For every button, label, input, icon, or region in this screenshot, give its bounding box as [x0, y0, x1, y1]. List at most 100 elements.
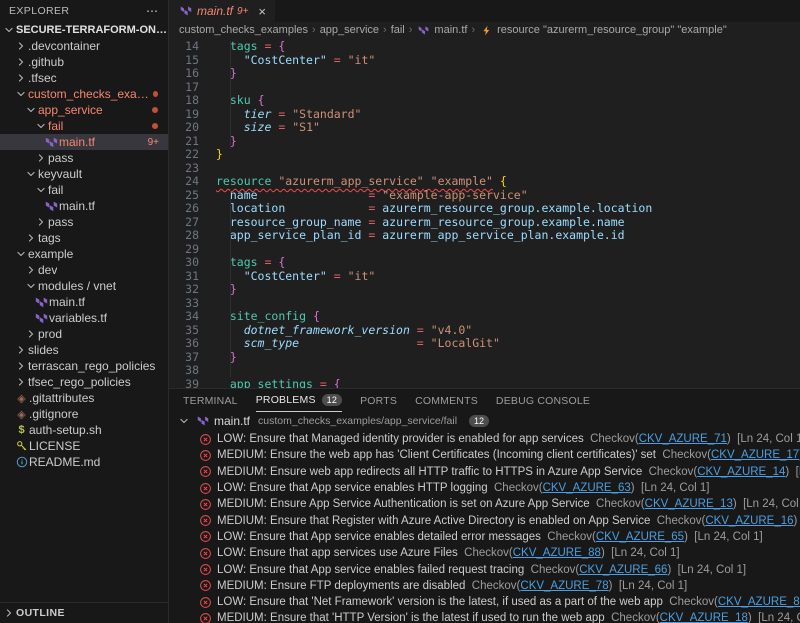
chevron-right-icon [24, 264, 38, 276]
problem-row-7[interactable]: LOW: Ensure that App service enables det… [199, 529, 800, 545]
chevron-right-icon [14, 360, 28, 372]
chevron-right-icon [24, 232, 38, 244]
panel-tab-debug-console[interactable]: DEBUG CONSOLE [496, 389, 590, 412]
checkov-rule-link[interactable]: CKV_AZURE_16 [705, 515, 793, 527]
panel-tab-terminal[interactable]: TERMINAL [183, 389, 238, 412]
code-line-26: 26 location = azurerm_resource_group.exa… [169, 202, 800, 216]
panel-tab-bar: TERMINAL PROBLEMS12 PORTS COMMENTS DEBUG CON… [169, 389, 800, 412]
tree-item-license[interactable]: LICENSE [0, 438, 168, 454]
tree-item-tfsec-rego-policies[interactable]: tfsec_rego_policies [0, 374, 168, 390]
tree-item-main-tf[interactable]: main.tf [0, 294, 168, 310]
code-line-35: 35 dotnet_framework_version = "v4.0" [169, 324, 800, 338]
panel-tab-comments[interactable]: COMMENTS [415, 389, 478, 412]
explorer-sidebar: EXPLORER ⋯ SECURE-TERRAFORM-ON-AZURE [DE… [0, 0, 169, 623]
checkov-rule-link[interactable]: CKV_AZURE_66 [579, 564, 667, 576]
problem-row-10[interactable]: MEDIUM: Ensure FTP deployments are disab… [199, 578, 800, 594]
checkov-rule-link[interactable]: CKV_AZURE_14 [697, 466, 785, 478]
tree-item-auth-setup-sh[interactable]: $auth-setup.sh [0, 422, 168, 438]
problem-row-11[interactable]: LOW: Ensure that 'Net Framework' version… [199, 594, 800, 610]
tree-item-gitattributes[interactable]: ◈.gitattributes [0, 390, 168, 406]
panel-tab-ports[interactable]: PORTS [360, 389, 397, 412]
problems-count-badge: 9+ [148, 137, 162, 148]
checkov-rule-link[interactable]: CKV_AZURE_65 [596, 531, 684, 543]
shell-script-icon: $ [14, 424, 29, 436]
breadcrumb-separator: › [467, 24, 479, 36]
tree-item-fail[interactable]: fail [0, 182, 168, 198]
tree-item-main-tf[interactable]: main.tf [0, 198, 168, 214]
breadcrumb-segment-3[interactable]: main.tf [416, 24, 467, 36]
checkov-rule-link[interactable]: CKV_AZURE_18 [660, 612, 748, 623]
code-editor[interactable]: 14 tags = {15 "CostCenter" = "it"16 }171… [169, 38, 800, 388]
problem-row-2[interactable]: MEDIUM: Ensure the web app has 'Client C… [199, 447, 800, 463]
tree-item-github[interactable]: .github [0, 54, 168, 70]
chevron-right-icon [14, 56, 28, 68]
tree-item-readme-md[interactable]: README.md [0, 454, 168, 470]
checkov-rule-link[interactable]: CKV_AZURE_78 [520, 580, 608, 592]
tree-item-main-tf[interactable]: main.tf9+ [0, 134, 168, 150]
problem-row-8[interactable]: LOW: Ensure that app services use Azure … [199, 545, 800, 561]
breadcrumb-separator: › [379, 24, 391, 36]
code-line-17: 17 [169, 81, 800, 95]
problems-badge: 12 [322, 394, 342, 406]
checkov-rule-link[interactable]: CKV_AZURE_13 [645, 498, 733, 510]
tree-item-pass[interactable]: pass [0, 150, 168, 166]
code-line-14: 14 tags = { [169, 40, 800, 54]
line-number: 21 [169, 135, 216, 149]
tree-item-example[interactable]: example [0, 246, 168, 262]
line-number: 27 [169, 216, 216, 230]
error-dot [153, 91, 158, 97]
problem-row-9[interactable]: LOW: Ensure that App service enables fai… [199, 561, 800, 577]
panel-tab-problems[interactable]: PROBLEMS12 [256, 389, 342, 412]
close-tab-icon[interactable]: × [258, 4, 266, 19]
tree-item-gitignore[interactable]: ◈.gitignore [0, 406, 168, 422]
tree-item-prod[interactable]: prod [0, 326, 168, 342]
tree-item-tfsec[interactable]: .tfsec [0, 70, 168, 86]
editor-tab-main-tf[interactable]: main.tf 9+ × [169, 0, 275, 22]
chevron-down-icon [2, 24, 16, 36]
problems-file-group[interactable]: main.tf custom_checks_examples/app_servi… [169, 412, 800, 429]
line-number: 20 [169, 121, 216, 135]
problem-row-5[interactable]: MEDIUM: Ensure App Service Authenticatio… [199, 496, 800, 512]
tree-item-tags[interactable]: tags [0, 230, 168, 246]
tree-item-dev[interactable]: dev [0, 262, 168, 278]
tree-item-custom-checks-examples[interactable]: custom_checks_examples [0, 86, 168, 102]
problem-row-1[interactable]: LOW: Ensure that Managed identity provid… [199, 431, 800, 447]
breadcrumb-segment-1[interactable]: app_service [320, 24, 379, 36]
error-icon [199, 579, 212, 592]
tree-item-devcontainer[interactable]: .devcontainer [0, 38, 168, 54]
workspace-root-folder[interactable]: SECURE-TERRAFORM-ON-AZURE [DEV ... [0, 21, 168, 38]
tree-item-terrascan-rego-policies[interactable]: terrascan_rego_policies [0, 358, 168, 374]
problem-row-6[interactable]: MEDIUM: Ensure that Register with Azure … [199, 512, 800, 528]
error-icon [199, 482, 212, 495]
root-folder-label: SECURE-TERRAFORM-ON-AZURE [DEV ... [16, 24, 168, 36]
checkov-rule-link[interactable]: CKV_AZURE_63 [543, 482, 631, 494]
problem-row-12[interactable]: MEDIUM: Ensure that 'HTTP Version' is th… [199, 610, 800, 623]
line-number: 22 [169, 148, 216, 162]
tree-item-fail[interactable]: fail [0, 118, 168, 134]
breadcrumb-symbol[interactable]: resource "azurerm_resource_group" "examp… [479, 24, 727, 36]
tree-item-slides[interactable]: slides [0, 342, 168, 358]
breadcrumb-segment-2[interactable]: fail [391, 24, 405, 36]
checkov-rule-link[interactable]: CKV_AZURE_80 [718, 596, 800, 608]
problem-row-4[interactable]: LOW: Ensure that App service enables HTT… [199, 480, 800, 496]
tree-item-variables-tf[interactable]: variables.tf [0, 310, 168, 326]
tree-item-modules-vnet[interactable]: modules / vnet [0, 278, 168, 294]
git-file-icon: ◈ [14, 408, 29, 421]
more-actions-icon[interactable]: ⋯ [146, 4, 159, 18]
line-number: 19 [169, 108, 216, 122]
problems-file-name: main.tf [214, 414, 250, 428]
checkov-rule-link[interactable]: CKV_AZURE_71 [639, 433, 727, 445]
checkov-rule-link[interactable]: CKV_AZURE_17 [711, 449, 799, 461]
tree-item-keyvault[interactable]: keyvault [0, 166, 168, 182]
tree-item-pass[interactable]: pass [0, 214, 168, 230]
breadcrumb-segment-0[interactable]: custom_checks_examples [179, 24, 308, 36]
outline-label: OUTLINE [16, 607, 65, 619]
error-dot [152, 107, 158, 113]
editor-tab-bar: main.tf 9+ × [169, 0, 800, 22]
outline-section[interactable]: OUTLINE [0, 602, 168, 623]
terraform-icon [44, 200, 59, 213]
checkov-rule-link[interactable]: CKV_AZURE_88 [513, 547, 601, 559]
tree-item-app-service[interactable]: app_service [0, 102, 168, 118]
problem-row-3[interactable]: MEDIUM: Ensure web app redirects all HTT… [199, 464, 800, 480]
vscode-window: EXPLORER ⋯ SECURE-TERRAFORM-ON-AZURE [DE… [0, 0, 800, 623]
